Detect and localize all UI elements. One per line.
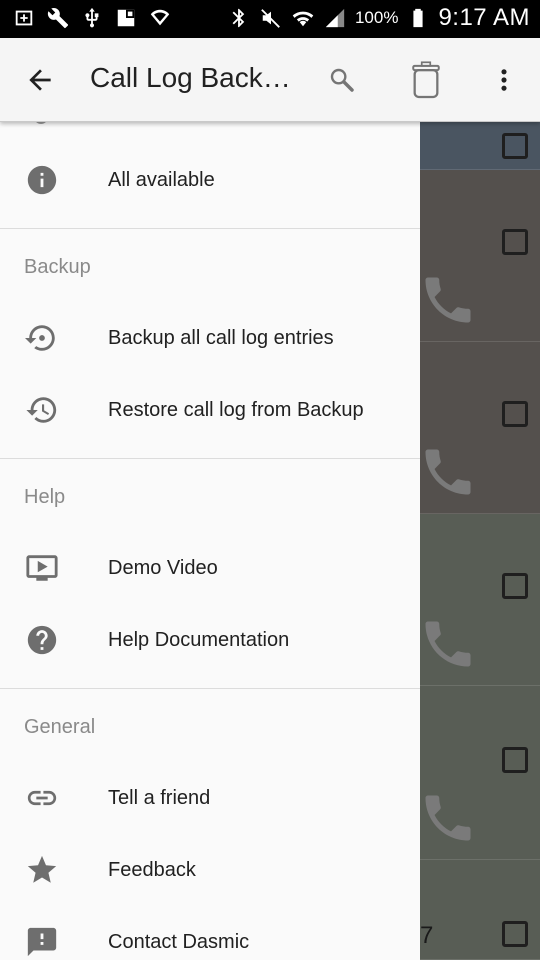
row-checkbox[interactable] bbox=[502, 133, 528, 159]
mute-icon bbox=[259, 6, 283, 30]
delete-button[interactable] bbox=[404, 58, 448, 102]
drawer-item-all-available[interactable]: All available bbox=[0, 145, 420, 215]
drawer-item-label: Restore call log from Backup bbox=[108, 398, 364, 421]
add-box-icon bbox=[12, 6, 36, 30]
phone-icon bbox=[418, 270, 478, 330]
list-item[interactable] bbox=[420, 342, 540, 514]
row-partial-text: 7 bbox=[420, 922, 434, 949]
backup-restore-icon bbox=[24, 320, 60, 356]
shield-icon bbox=[148, 6, 172, 30]
drawer-item-demo-video[interactable]: Demo Video bbox=[0, 533, 420, 603]
list-item[interactable]: 7 bbox=[420, 860, 540, 960]
restore-history-icon bbox=[24, 392, 60, 428]
arrow-back-icon bbox=[29, 69, 51, 91]
call-log-list: 7 bbox=[420, 122, 540, 960]
divider bbox=[0, 228, 420, 229]
drawer-item-label: Tell a friend bbox=[108, 786, 211, 809]
drawer-item-tell-a-friend[interactable]: Tell a friend bbox=[0, 763, 420, 833]
usb-icon bbox=[80, 6, 104, 30]
section-header-help: Help bbox=[24, 486, 66, 508]
feedback-icon bbox=[24, 924, 60, 960]
search-icon bbox=[330, 68, 354, 92]
phone-icon bbox=[418, 442, 478, 502]
section-header-general: General bbox=[24, 716, 96, 738]
navigation-drawer: All available Backup Backup all call log… bbox=[0, 122, 420, 960]
drawer-item-label: All available bbox=[108, 168, 215, 191]
gallery-icon bbox=[114, 6, 138, 30]
row-checkbox[interactable] bbox=[502, 229, 528, 255]
row-checkbox[interactable] bbox=[502, 573, 528, 599]
clock: 9:17 AM bbox=[438, 4, 530, 31]
phone-icon bbox=[418, 788, 478, 848]
help-icon bbox=[24, 622, 60, 658]
drawer-item-help-documentation[interactable]: Help Documentation bbox=[0, 605, 420, 675]
list-item[interactable] bbox=[420, 170, 540, 342]
drawer-item-backup-all[interactable]: Backup all call log entries bbox=[0, 303, 420, 373]
battery-percentage: 100% bbox=[354, 8, 399, 27]
drawer-item-label: Help Documentation bbox=[108, 628, 290, 651]
row-checkbox[interactable] bbox=[502, 747, 528, 773]
more-vert-icon bbox=[501, 69, 507, 91]
partial-icon bbox=[34, 122, 48, 124]
row-checkbox[interactable] bbox=[502, 921, 528, 947]
status-bar: 100% 9:17 AM bbox=[0, 0, 540, 38]
section-header-backup: Backup bbox=[24, 256, 91, 278]
bluetooth-icon bbox=[227, 6, 251, 30]
row-checkbox[interactable] bbox=[502, 401, 528, 427]
divider bbox=[0, 458, 420, 459]
back-button[interactable] bbox=[20, 60, 60, 100]
battery-icon bbox=[406, 6, 430, 30]
drawer-item-label: Demo Video bbox=[108, 556, 218, 579]
drawer-item-restore[interactable]: Restore call log from Backup bbox=[0, 375, 420, 445]
wrench-icon bbox=[46, 6, 70, 30]
signal-icon bbox=[323, 6, 347, 30]
search-button[interactable] bbox=[320, 58, 364, 102]
page-title: Call Log Back… bbox=[90, 62, 291, 93]
wifi-icon bbox=[291, 6, 315, 30]
list-item[interactable] bbox=[420, 686, 540, 860]
drawer-item-label: Contact Dasmic bbox=[108, 930, 250, 953]
divider bbox=[0, 688, 420, 689]
phone-icon bbox=[418, 614, 478, 674]
link-icon bbox=[24, 780, 60, 816]
app-bar: Call Log Back… bbox=[0, 38, 540, 122]
drawer-item-label: Feedback bbox=[108, 858, 196, 881]
info-icon bbox=[24, 162, 60, 198]
drawer-item-label: Backup all call log entries bbox=[108, 326, 334, 349]
overflow-menu-button[interactable] bbox=[482, 58, 526, 102]
trash-icon bbox=[412, 61, 440, 99]
drawer-item-contact[interactable]: Contact Dasmic bbox=[0, 907, 420, 960]
star-icon bbox=[24, 852, 60, 888]
video-icon bbox=[24, 550, 60, 586]
list-item[interactable] bbox=[420, 514, 540, 686]
list-item[interactable] bbox=[420, 122, 540, 170]
drawer-item-feedback[interactable]: Feedback bbox=[0, 835, 420, 905]
